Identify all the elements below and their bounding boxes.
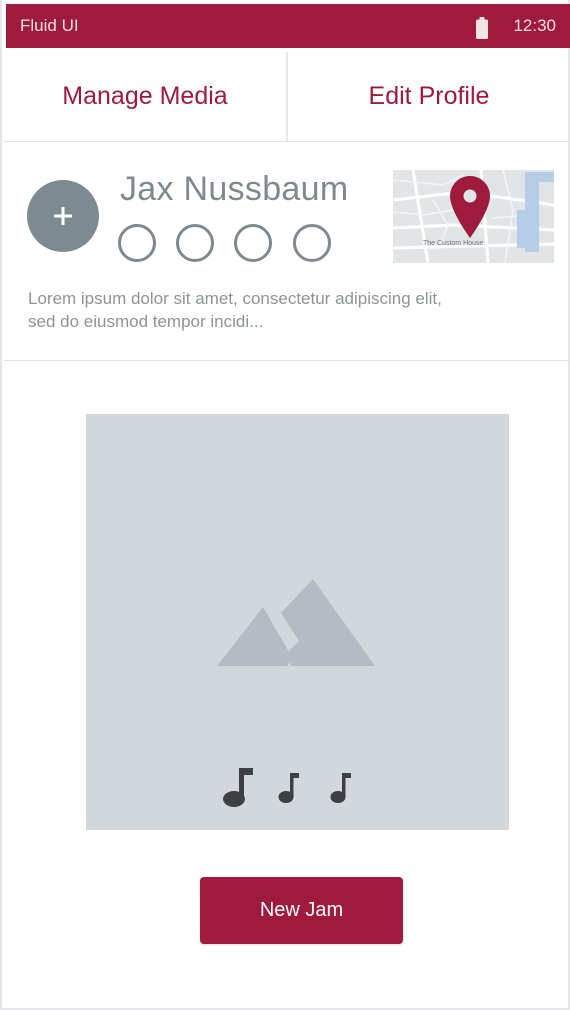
- music-note-icon[interactable]: [330, 773, 352, 805]
- location-map[interactable]: The Custom House: [393, 170, 554, 263]
- profile-card: Jax Nussbaum The Custom House Lorem ipsu…: [4, 142, 570, 361]
- tab-manage-media[interactable]: Manage Media: [4, 52, 288, 141]
- new-jam-button[interactable]: New Jam: [200, 877, 403, 944]
- app-screen: Fluid UI 12:30 Manage Media Edit Profile…: [0, 0, 570, 1010]
- rating-dot[interactable]: [293, 224, 331, 262]
- status-bar: Fluid UI 12:30: [6, 4, 570, 48]
- profile-name: Jax Nussbaum: [120, 170, 349, 208]
- map-place-label: The Custom House: [423, 240, 484, 247]
- rating-dots: [118, 224, 338, 262]
- music-note-icon[interactable]: [222, 768, 256, 808]
- battery-icon: [476, 17, 488, 39]
- profile-bio: Lorem ipsum dolor sit amet, consectetur …: [28, 289, 442, 331]
- rating-dot[interactable]: [118, 224, 156, 262]
- music-note-icon[interactable]: [278, 773, 300, 805]
- top-tabs: Manage Media Edit Profile: [4, 52, 570, 142]
- plus-icon: [54, 207, 72, 225]
- media-placeholder[interactable]: [86, 414, 509, 830]
- status-time: 12:30: [513, 16, 556, 35]
- rating-dot[interactable]: [234, 224, 272, 262]
- add-avatar-button[interactable]: [27, 180, 99, 252]
- mountain-image-icon: [217, 579, 375, 666]
- app-title: Fluid UI: [20, 16, 79, 35]
- map-pin-icon: [450, 176, 490, 238]
- rating-dot[interactable]: [176, 224, 214, 262]
- tab-edit-profile[interactable]: Edit Profile: [288, 52, 570, 141]
